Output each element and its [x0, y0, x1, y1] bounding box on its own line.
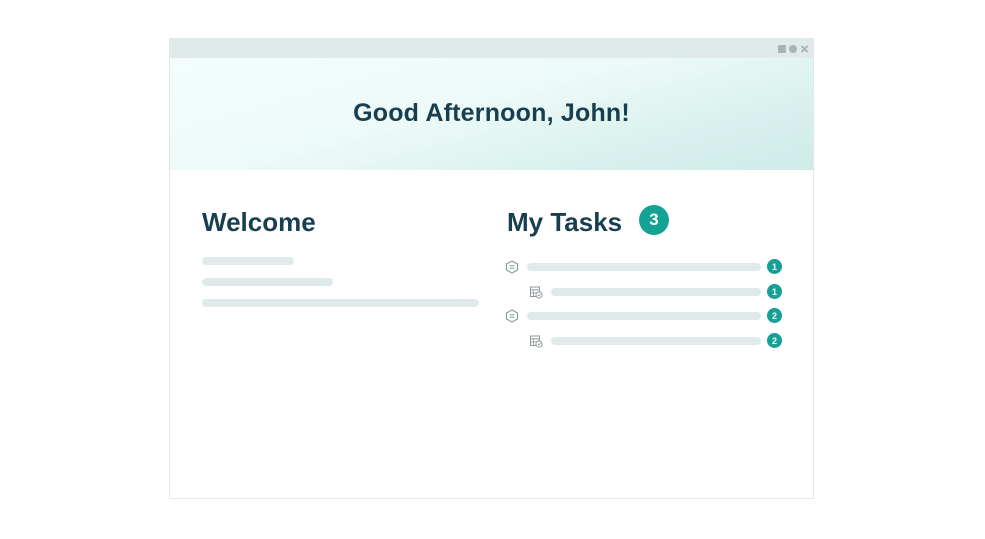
maximize-icon[interactable] — [789, 44, 797, 53]
task-count-badge: 1 — [767, 284, 782, 299]
welcome-placeholder-line — [202, 257, 294, 265]
document-icon — [505, 260, 519, 274]
greeting-title: Good Afternoon, John! — [353, 98, 630, 127]
document-icon — [505, 309, 519, 323]
app-window: Good Afternoon, John! Welcome My Tasks 3… — [169, 38, 814, 499]
task-placeholder-line[interactable] — [527, 263, 761, 271]
welcome-placeholder-line — [202, 278, 333, 286]
tasks-count-badge: 3 — [639, 205, 669, 235]
welcome-title: Welcome — [202, 207, 316, 237]
welcome-placeholder-line — [202, 299, 479, 307]
task-count-badge: 1 — [767, 259, 782, 274]
title-bar — [170, 39, 813, 58]
minimize-icon[interactable] — [778, 44, 786, 53]
greeting-banner: Good Afternoon, John! — [170, 58, 813, 170]
calendar-check-icon — [530, 335, 543, 348]
task-count-badge: 2 — [767, 333, 782, 348]
task-placeholder-line[interactable] — [527, 312, 761, 320]
task-placeholder-line[interactable] — [551, 288, 761, 296]
task-placeholder-line[interactable] — [551, 337, 761, 345]
close-icon[interactable] — [800, 44, 809, 53]
tasks-title: My Tasks — [507, 207, 623, 237]
task-count-badge: 2 — [767, 308, 782, 323]
window-controls — [778, 43, 809, 54]
calendar-check-icon — [530, 286, 543, 299]
